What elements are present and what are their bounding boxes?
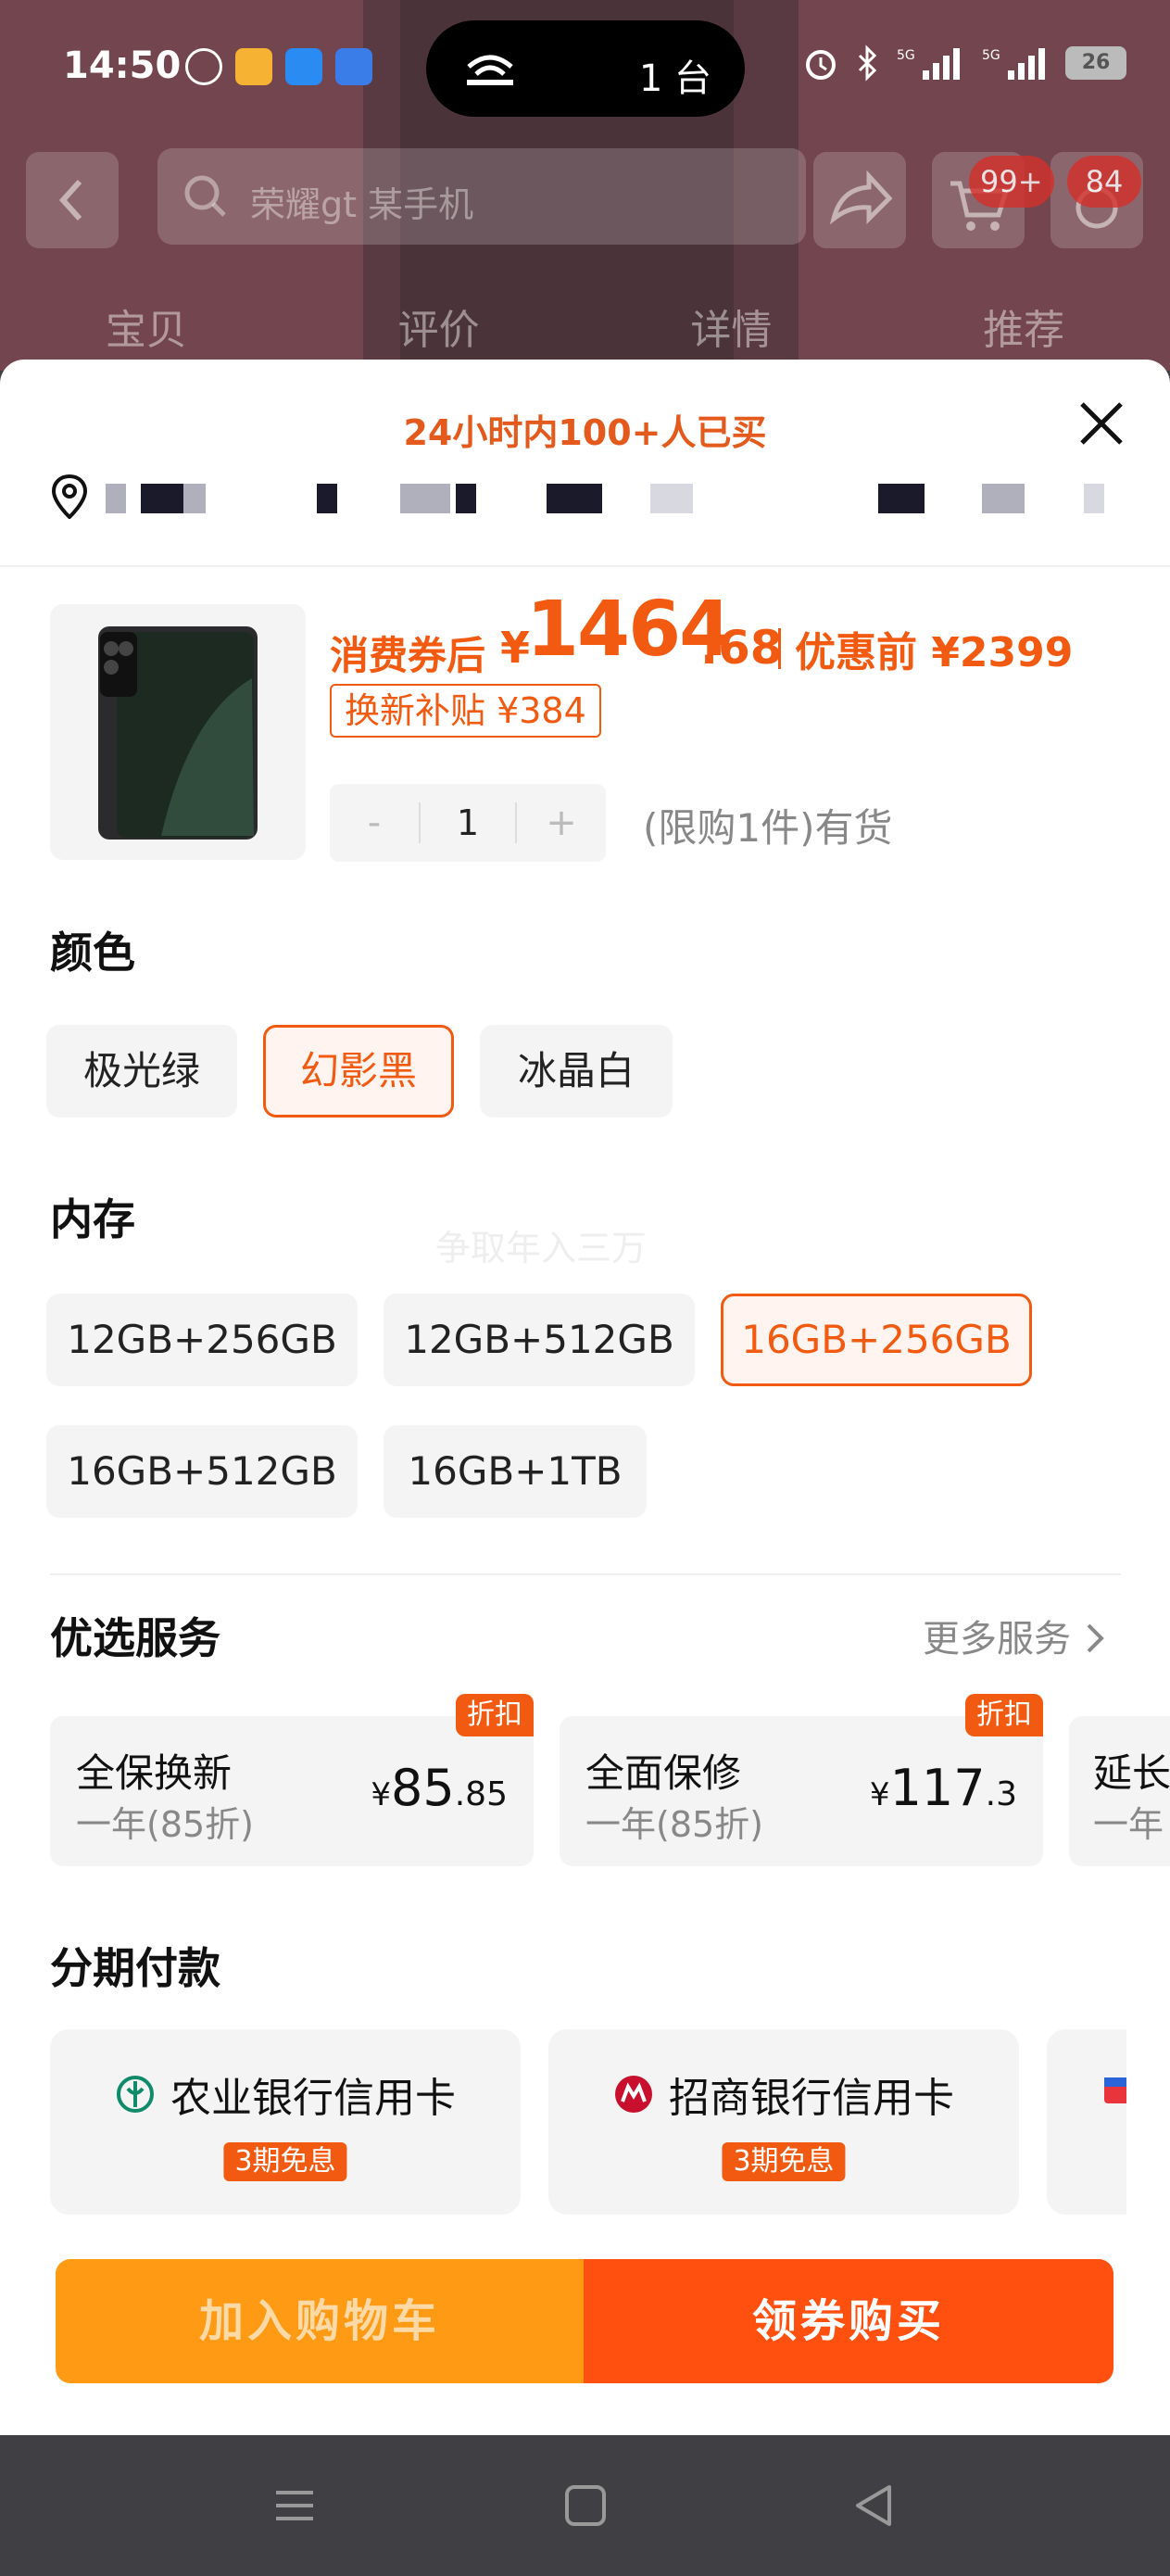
weibo-icon	[235, 48, 272, 85]
menu-icon[interactable]	[269, 2480, 321, 2532]
service-term: 一年(85折)	[585, 1804, 764, 1845]
discount-badge: 折扣	[456, 1694, 534, 1736]
notification-icons	[185, 48, 372, 85]
service-card-extended[interactable]: 延长 一年	[1069, 1716, 1170, 1866]
color-title: 颜色	[50, 928, 135, 978]
screen: 14:50 1 台 5G 5G 26 荣耀gt 某手机 99+ 84 宝贝 评价…	[0, 0, 1170, 2576]
memory-option-16-1tb[interactable]: 16GB+1TB	[384, 1425, 647, 1518]
price-block: 消费券后 ¥ 1464 .68 优惠前 ¥2399	[330, 586, 1145, 678]
stock-status: (限购1件)有货	[643, 805, 893, 851]
close-icon[interactable]	[1075, 397, 1128, 450]
back-arrow-icon	[58, 179, 82, 221]
status-time: 14:50	[63, 44, 182, 87]
buy-with-coupon-button[interactable]: 领券购买	[584, 2259, 1113, 2383]
share-icon	[829, 170, 893, 225]
signal-5g-icon: 5G	[897, 48, 960, 80]
message-badge: 84	[1067, 156, 1141, 208]
android-icon	[335, 48, 372, 85]
back-nav-icon[interactable]	[849, 2480, 900, 2532]
chevron-right-icon	[1087, 1623, 1104, 1653]
delivery-address[interactable]	[48, 473, 1132, 519]
memory-option-16-256[interactable]: 16GB+256GB	[721, 1294, 1032, 1386]
memory-option-16-512[interactable]: 16GB+512GB	[46, 1425, 358, 1518]
bank-card-cmb[interactable]: 招商银行信用卡 3期免息	[548, 2029, 1019, 2215]
sku-sheet: 24小时内100+人已买 消费券后 ¥ 1464 .68 优惠前 ¥2399 换…	[0, 360, 1170, 2435]
system-icons: 5G 5G 26	[802, 44, 1126, 82]
service-title: 全保换新	[76, 1750, 233, 1796]
service-title: 全面保修	[585, 1750, 742, 1796]
service-term: 一年	[1093, 1804, 1164, 1845]
search-icon	[184, 175, 226, 217]
bank-name: 农业银行信用卡	[170, 2075, 456, 2122]
abc-bank-icon	[117, 2076, 154, 2113]
cart-badge: 99+	[969, 156, 1054, 208]
battery-icon: 26	[1065, 46, 1126, 80]
service-card-full-replacement[interactable]: 折扣 全保换新 一年(85折) ¥85.85	[50, 1694, 534, 1866]
interest-free-tag: 3期免息	[722, 2142, 846, 2181]
installment-title: 分期付款	[50, 1943, 220, 1993]
coupon-price-label: 消费券后	[330, 633, 486, 678]
alarm-icon	[806, 50, 836, 80]
dynamic-island[interactable]: 1 台	[426, 20, 745, 117]
quantity-value[interactable]: 1	[419, 802, 517, 843]
color-option-phantom-black[interactable]: 幻影黑	[263, 1025, 454, 1118]
service-price: ¥85.85	[371, 1759, 508, 1817]
share-button[interactable]	[813, 152, 906, 248]
location-pin-icon	[51, 474, 88, 519]
search-placeholder: 荣耀gt 某手机	[250, 184, 474, 225]
navigation-app-icon	[285, 48, 322, 85]
color-option-aurora-green[interactable]: 极光绿	[46, 1025, 237, 1118]
system-nav-bar	[0, 2435, 1170, 2576]
back-button[interactable]	[26, 152, 119, 248]
bank-card-partial[interactable]	[1047, 2029, 1126, 2215]
product-thumbnail[interactable]	[50, 604, 306, 860]
color-option-ice-white[interactable]: 冰晶白	[480, 1025, 673, 1118]
increase-button[interactable]: +	[517, 802, 606, 844]
bank-name: 招商银行信用卡	[669, 2075, 954, 2122]
svg-text:5G: 5G	[982, 48, 1000, 63]
service-card-full-warranty[interactable]: 折扣 全面保修 一年(85折) ¥117.3	[560, 1694, 1043, 1866]
quantity-stepper: - 1 +	[330, 784, 606, 862]
search-bar[interactable]: 荣耀gt 某手机	[157, 148, 806, 245]
discount-badge: 折扣	[965, 1694, 1043, 1736]
more-services-link[interactable]: 更多服务	[923, 1609, 1107, 1662]
home-icon[interactable]	[560, 2480, 611, 2532]
cast-icon	[467, 55, 513, 85]
memory-title: 内存	[50, 1194, 135, 1244]
purchase-bar: 加入购物车 领券购买	[56, 2259, 1113, 2383]
price-separator	[778, 628, 781, 669]
divider	[0, 565, 1170, 567]
signal-5g-icon-2: 5G	[982, 48, 1045, 80]
redacted-address	[106, 484, 126, 513]
service-title: 延长	[1093, 1750, 1170, 1796]
memory-option-12-512[interactable]: 12GB+512GB	[384, 1294, 695, 1386]
add-to-cart-button[interactable]: 加入购物车	[56, 2259, 584, 2383]
cmb-bank-icon	[615, 2076, 652, 2113]
divider	[50, 1573, 1121, 1575]
bank-card-abc[interactable]: 农业银行信用卡 3期免息	[50, 2029, 521, 2215]
bank-icon	[1104, 2077, 1126, 2103]
original-price: 优惠前 ¥2399	[795, 629, 1074, 676]
phone-image	[98, 626, 258, 840]
service-term: 一年(85折)	[76, 1804, 255, 1845]
memory-option-12-256[interactable]: 12GB+256GB	[46, 1294, 358, 1386]
trade-in-subsidy-badge: 换新补贴 ¥384	[330, 684, 601, 738]
watermark-text: 争取年入三万	[435, 1228, 648, 1269]
svg-text:5G: 5G	[897, 48, 915, 63]
more-services-label: 更多服务	[923, 1618, 1071, 1661]
wechat-icon	[185, 48, 222, 85]
status-bar: 14:50 1 台 5G 5G 26	[0, 0, 1170, 139]
services-title: 优选服务	[50, 1613, 220, 1663]
service-price: ¥117.3	[869, 1759, 1017, 1817]
bluetooth-icon	[858, 44, 877, 82]
hot-sales-text: 24小时内100+人已买	[403, 412, 767, 453]
price-decimals: .68	[700, 621, 783, 675]
decrease-button[interactable]: -	[330, 802, 419, 844]
interest-free-tag: 3期免息	[223, 2142, 347, 2181]
cast-count: 1 台	[638, 57, 711, 100]
